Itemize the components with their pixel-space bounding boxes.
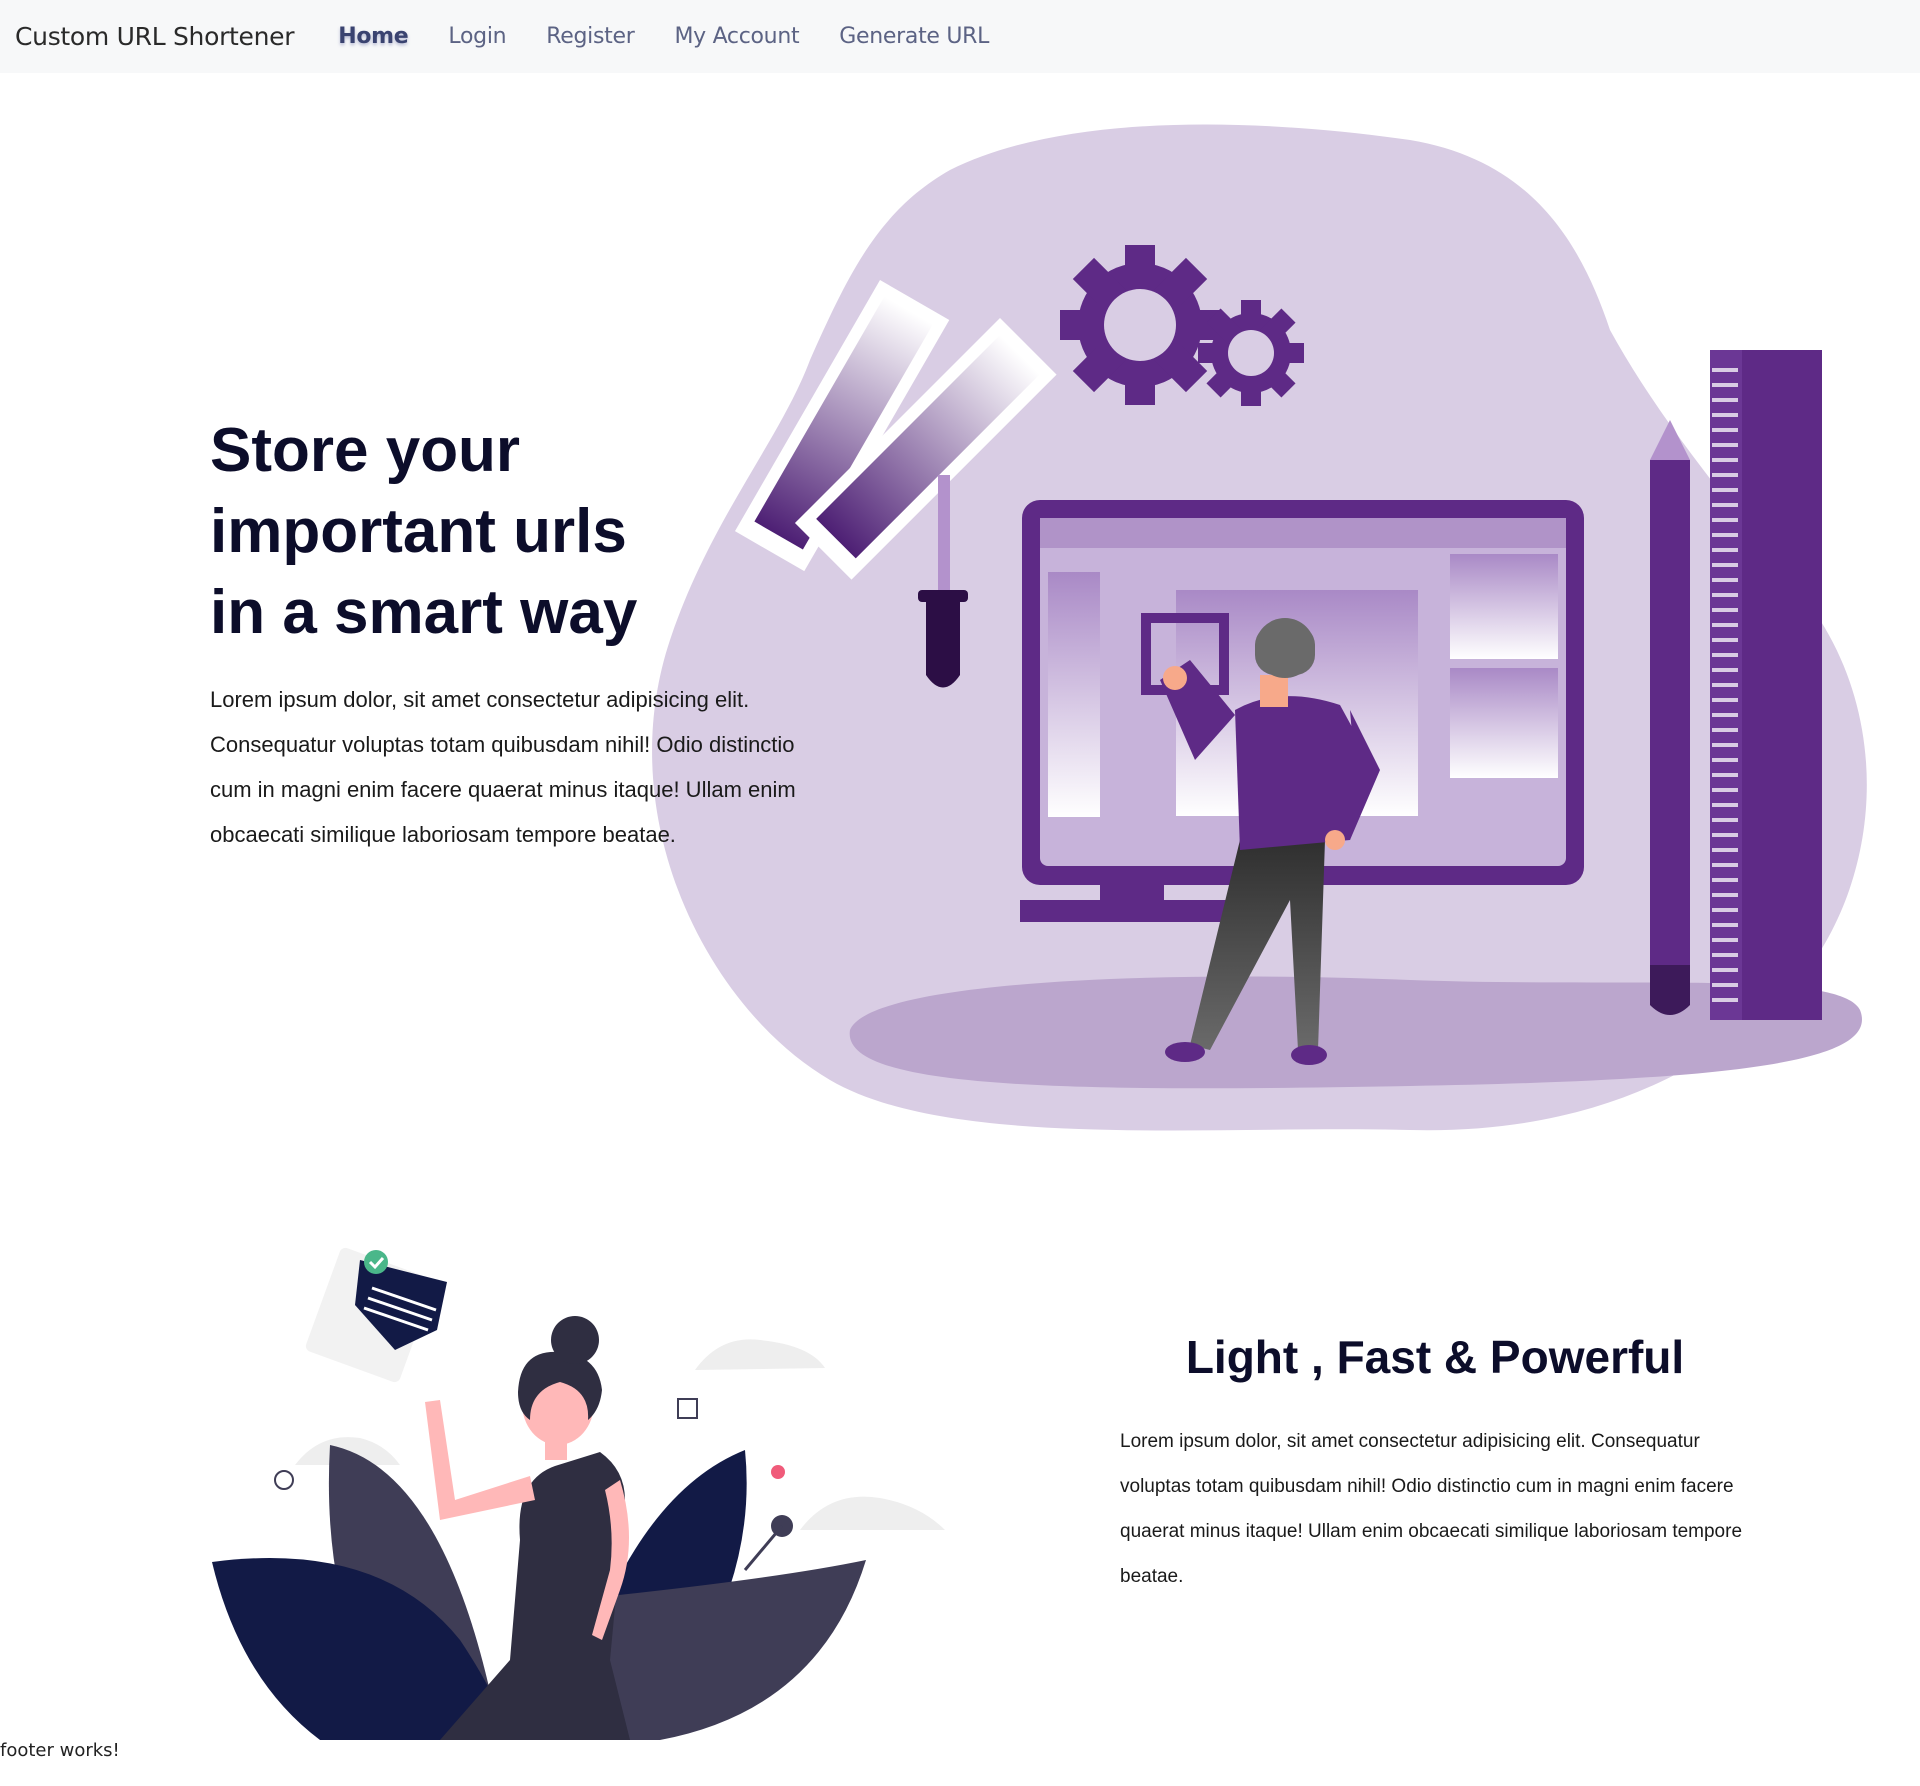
feature-title: Light , Fast & Powerful xyxy=(1185,1331,1685,1383)
hero-title: Store your important urls in a smart way xyxy=(210,416,638,647)
hero-paragraph: Lorem ipsum dolor, sit amet consectetur … xyxy=(210,687,796,847)
hero-section: Store your important urls in a smart way… xyxy=(210,410,810,857)
pencil xyxy=(1650,420,1690,1015)
nav-link-generate-url[interactable]: Generate URL xyxy=(839,24,989,49)
feature-paragraph: Lorem ipsum dolor, sit amet consectetur … xyxy=(1120,1431,1743,1587)
circle-decoration xyxy=(274,1470,294,1490)
cloud xyxy=(800,1496,945,1530)
feature-section: Light , Fast & Powerful Lorem ipsum dolo… xyxy=(1120,1330,1750,1599)
designer-at-monitor-illustration xyxy=(652,124,1867,1131)
check-icon xyxy=(364,1250,388,1274)
cloud xyxy=(695,1339,825,1370)
pink-dot xyxy=(771,1465,785,1479)
square-decoration xyxy=(677,1398,698,1419)
envelope-icon xyxy=(305,1247,447,1383)
nav-links: Home Login Register My Account Generate … xyxy=(318,24,1009,49)
nav-link-register[interactable]: Register xyxy=(546,24,634,49)
navbar: Custom URL Shortener Home Login Register… xyxy=(0,0,1920,73)
brand-link[interactable]: Custom URL Shortener xyxy=(15,22,295,51)
nav-link-login[interactable]: Login xyxy=(448,24,506,49)
ruler xyxy=(1710,350,1822,1020)
nav-link-my-account[interactable]: My Account xyxy=(674,24,799,49)
footer-text: footer works! xyxy=(0,1740,120,1761)
woman-with-envelope-illustration xyxy=(212,1247,945,1740)
nav-link-home[interactable]: Home xyxy=(338,24,408,49)
